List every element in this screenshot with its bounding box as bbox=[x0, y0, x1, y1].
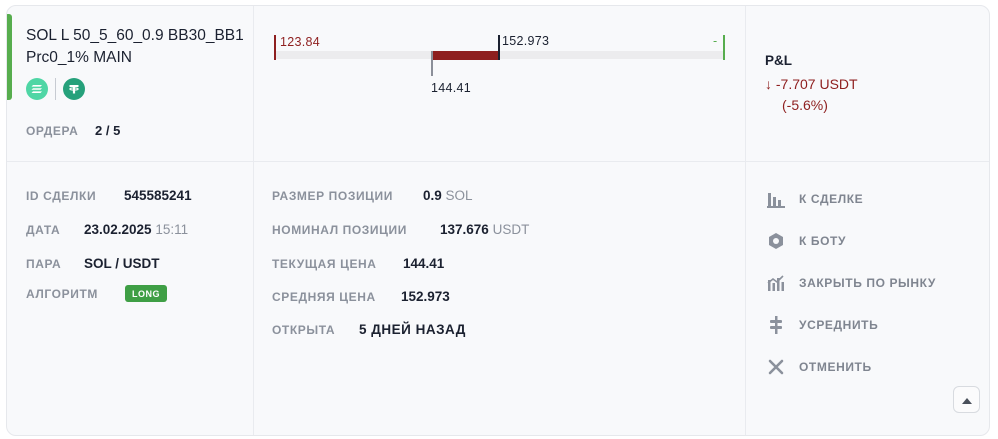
cancel-button[interactable]: ОТМЕНИТЬ bbox=[765, 355, 872, 379]
notional-value: 137.676 USDT bbox=[440, 222, 529, 237]
cancel-label: ОТМЕНИТЬ bbox=[799, 360, 872, 374]
bot-title[interactable]: SOL L 50_5_60_0.9 BB30_BB1 Prc0_1% MAIN bbox=[26, 25, 251, 69]
entry-price-tick bbox=[498, 35, 500, 60]
algorithm-label: АЛГОРИТМ bbox=[26, 287, 98, 301]
bar-chart-icon bbox=[765, 188, 787, 210]
average-button[interactable]: УСРЕДНИТЬ bbox=[765, 313, 878, 337]
chevron-up-icon bbox=[961, 391, 972, 409]
pnl-value: ↓ -7.707 USDT bbox=[765, 76, 858, 92]
go-to-deal-label: К СДЕЛКЕ bbox=[799, 192, 864, 206]
hexagon-nut-icon bbox=[765, 230, 787, 252]
notional-label: НОМИНАЛ ПОЗИЦИИ bbox=[272, 223, 407, 237]
column-divider bbox=[745, 6, 746, 435]
deal-id-value: 545585241 bbox=[124, 188, 192, 203]
coin-separator bbox=[55, 78, 56, 100]
go-to-deal-button[interactable]: К СДЕЛКЕ bbox=[765, 187, 863, 211]
go-to-bot-label: К БОТУ bbox=[799, 234, 847, 248]
loss-range-fill bbox=[432, 51, 499, 60]
orders-label: ОРДЕРА bbox=[26, 124, 79, 138]
deal-card: SOL L 50_5_60_0.9 BB30_BB1 Prc0_1% MAIN … bbox=[6, 5, 990, 436]
column-divider bbox=[253, 6, 254, 435]
target-price-tick bbox=[723, 35, 725, 60]
notional-unit: USDT bbox=[492, 222, 530, 237]
low-price-tick bbox=[274, 35, 276, 60]
close-market-button[interactable]: ЗАКРЫТЬ ПО РЫНКУ bbox=[765, 271, 936, 295]
size-unit: SOL bbox=[445, 188, 473, 203]
date-value: 23.02.2025 15:11 bbox=[84, 222, 188, 237]
market-close-icon bbox=[765, 272, 787, 294]
go-to-bot-button[interactable]: К БОТУ bbox=[765, 229, 846, 253]
target-price-label: - bbox=[713, 34, 718, 48]
current-price-detail-value: 144.41 bbox=[403, 256, 445, 271]
date-text: 23.02.2025 bbox=[84, 222, 152, 237]
average-label: УСРЕДНИТЬ bbox=[799, 318, 879, 332]
pnl-amount: -7.707 USDT bbox=[775, 76, 858, 92]
position-size-label: РАЗМЕР ПОЗИЦИИ bbox=[272, 189, 393, 203]
sol-icon bbox=[26, 78, 48, 100]
entry-price-label: 152.973 bbox=[502, 34, 550, 48]
pair-label: ПАРА bbox=[26, 257, 62, 271]
time-text: 15:11 bbox=[155, 222, 189, 237]
pnl-title: P&L bbox=[765, 53, 792, 68]
average-icon bbox=[765, 314, 787, 336]
pnl-percent: (-5.6%) bbox=[782, 97, 828, 113]
current-price-label: 144.41 bbox=[431, 81, 472, 95]
arrow-down-icon: ↓ bbox=[765, 76, 772, 92]
notional-number: 137.676 bbox=[440, 222, 489, 237]
opened-label: ОТКРЫТА bbox=[272, 323, 336, 337]
low-price-label: 123.84 bbox=[280, 35, 321, 49]
size-number: 0.9 bbox=[423, 188, 442, 203]
close-icon bbox=[765, 356, 787, 378]
average-price-value: 152.973 bbox=[401, 289, 450, 304]
average-price-label: СРЕДНЯЯ ЦЕНА bbox=[272, 290, 376, 304]
deal-id-label: ID СДЕЛКИ bbox=[26, 189, 97, 203]
status-accent-bar bbox=[7, 14, 12, 100]
date-label: ДАТА bbox=[26, 223, 61, 237]
opened-value: 5 ДНЕЙ НАЗАД bbox=[359, 322, 466, 337]
position-size-value: 0.9 SOL bbox=[423, 188, 473, 203]
pair-value: SOL / USDT bbox=[84, 256, 160, 271]
scroll-to-top-button[interactable] bbox=[953, 386, 980, 413]
usdt-icon bbox=[63, 78, 85, 100]
orders-value: 2 / 5 bbox=[95, 123, 121, 138]
algorithm-badge: LONG bbox=[125, 285, 167, 302]
current-price-tick bbox=[431, 51, 433, 76]
current-price-detail-label: ТЕКУЩАЯ ЦЕНА bbox=[272, 257, 377, 271]
row-divider bbox=[7, 161, 989, 162]
close-market-label: ЗАКРЫТЬ ПО РЫНКУ bbox=[799, 276, 936, 290]
